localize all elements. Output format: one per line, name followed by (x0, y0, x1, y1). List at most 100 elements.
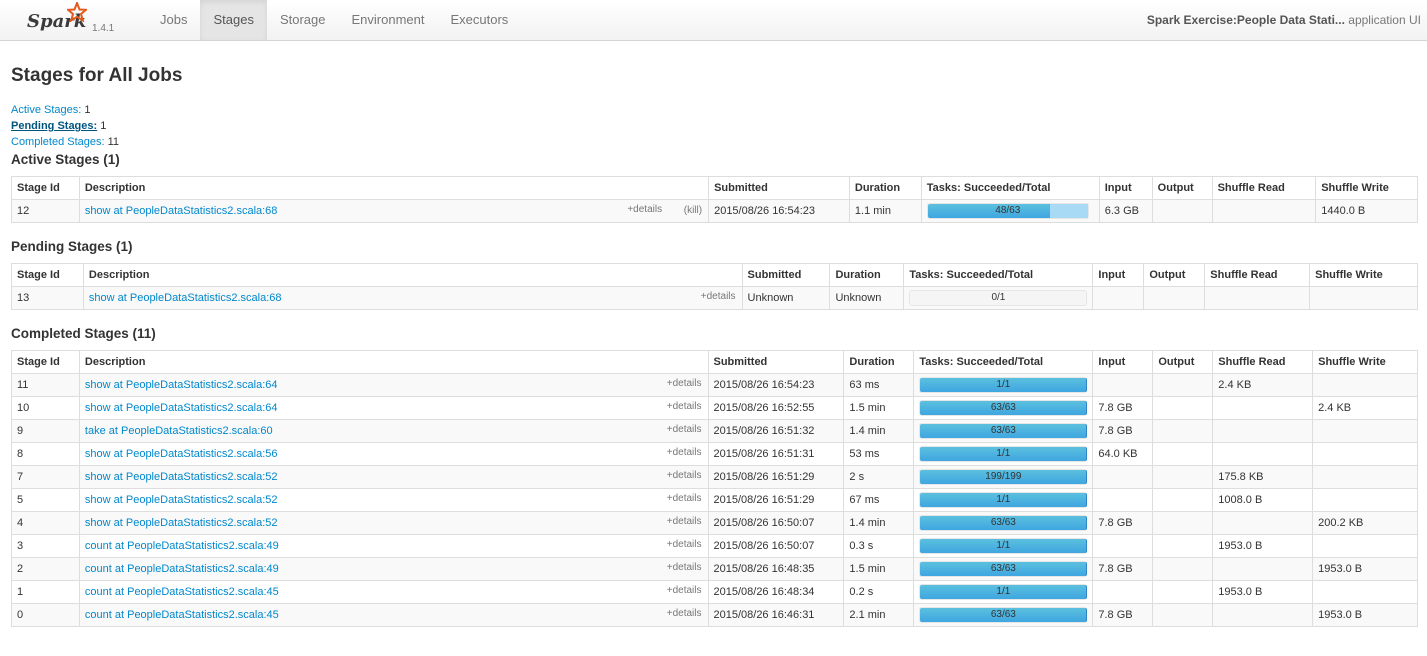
cell-shuffle-write (1312, 534, 1418, 558)
table-body: 12 show at PeopleDataStatistics2.scala:68… (11, 199, 1418, 223)
details-toggle[interactable]: +details (667, 539, 702, 550)
stage-description-link[interactable]: take at PeopleDataStatistics2.scala:60 (85, 425, 273, 437)
column-header-tasks[interactable]: Tasks: Succeeded/Total (920, 176, 1100, 200)
task-progress-bar: 1/1 (919, 538, 1088, 554)
stage-description-link[interactable]: show at PeopleDataStatistics2.scala:64 (85, 379, 278, 391)
column-header-shuffle-write[interactable]: Shuffle Write (1309, 263, 1418, 287)
summary-active: Active Stages: 1 (11, 102, 1418, 118)
task-progress-bar: 1/1 (919, 492, 1088, 508)
cell-duration: 53 ms (843, 442, 914, 466)
pending-stages-table: Stage Id Description Submitted Duration Task… (11, 263, 1418, 310)
details-toggle[interactable]: +details (667, 608, 702, 619)
column-header-stage-id[interactable]: Stage Id (11, 350, 80, 374)
column-header-input[interactable]: Input (1092, 263, 1144, 287)
column-header-shuffle-read[interactable]: Shuffle Read (1204, 263, 1310, 287)
details-toggle[interactable]: +details (627, 204, 662, 215)
tab-storage[interactable]: Storage (267, 0, 339, 40)
column-header-duration[interactable]: Duration (848, 176, 922, 200)
column-header-tasks[interactable]: Tasks: Succeeded/Total (913, 350, 1093, 374)
column-header-output[interactable]: Output (1152, 350, 1213, 374)
cell-shuffle-read: 175.8 KB (1212, 465, 1313, 489)
cell-description: count at PeopleDataStatistics2.scala:49 +… (78, 557, 708, 581)
cell-tasks: 63/63 (913, 511, 1093, 535)
pending-stages-link[interactable]: Pending Stages: (11, 120, 97, 132)
column-header-shuffle-write[interactable]: Shuffle Write (1312, 350, 1418, 374)
stage-description-link[interactable]: count at PeopleDataStatistics2.scala:49 (85, 563, 279, 575)
cell-tasks: 63/63 (913, 557, 1093, 581)
details-toggle[interactable]: +details (667, 562, 702, 573)
stage-description-link[interactable]: show at PeopleDataStatistics2.scala:56 (85, 448, 278, 460)
stage-description-link[interactable]: show at PeopleDataStatistics2.scala:68 (89, 292, 282, 304)
cell-shuffle-write: 1440.0 B (1315, 199, 1418, 223)
column-header-submitted[interactable]: Submitted (707, 350, 844, 374)
pending-stages-heading: Pending Stages (1) (11, 239, 133, 254)
cell-output (1151, 199, 1213, 223)
details-toggle[interactable]: +details (667, 470, 702, 481)
stage-description-link[interactable]: show at PeopleDataStatistics2.scala:52 (85, 471, 278, 483)
table-row: 8 show at PeopleDataStatistics2.scala:56 +… (11, 442, 1418, 466)
cell-shuffle-read: 1953.0 B (1212, 534, 1313, 558)
completed-stages-link[interactable]: Completed Stages: (11, 136, 105, 148)
active-stages-link[interactable]: Active Stages: (11, 104, 81, 116)
column-header-output[interactable]: Output (1151, 176, 1213, 200)
stage-description-link[interactable]: show at PeopleDataStatistics2.scala:64 (85, 402, 278, 414)
column-header-description[interactable]: Description (78, 350, 708, 374)
cell-tasks: 1/1 (913, 488, 1093, 512)
stage-description-link[interactable]: count at PeopleDataStatistics2.scala:45 (85, 609, 279, 621)
tab-jobs[interactable]: Jobs (147, 0, 200, 40)
tab-executors[interactable]: Executors (437, 0, 521, 40)
column-header-shuffle-read[interactable]: Shuffle Read (1211, 176, 1316, 200)
column-header-description[interactable]: Description (82, 263, 743, 287)
column-header-shuffle-write[interactable]: Shuffle Write (1315, 176, 1418, 200)
column-header-duration[interactable]: Duration (843, 350, 914, 374)
details-toggle[interactable]: +details (667, 585, 702, 596)
column-header-description[interactable]: Description (78, 176, 709, 200)
column-header-tasks[interactable]: Tasks: Succeeded/Total (903, 263, 1093, 287)
tab-environment[interactable]: Environment (339, 0, 438, 40)
table-row: 5 show at PeopleDataStatistics2.scala:52 +… (11, 488, 1418, 512)
kill-link[interactable]: (kill) (684, 205, 702, 216)
stage-description-link[interactable]: show at PeopleDataStatistics2.scala:52 (85, 517, 278, 529)
task-progress-bar: 63/63 (919, 515, 1088, 531)
tab-stages[interactable]: Stages (200, 0, 267, 40)
stage-description-link[interactable]: show at PeopleDataStatistics2.scala:68 (85, 205, 278, 217)
column-header-output[interactable]: Output (1143, 263, 1205, 287)
column-header-stage-id[interactable]: Stage Id (11, 176, 80, 200)
table-row: 3 count at PeopleDataStatistics2.scala:49… (11, 534, 1418, 558)
stage-description-link[interactable]: show at PeopleDataStatistics2.scala:52 (85, 494, 278, 506)
cell-submitted: Unknown (741, 286, 830, 310)
progress-text: 48/63 (995, 205, 1021, 216)
cell-shuffle-write: 1953.0 B (1312, 603, 1418, 627)
details-toggle[interactable]: +details (667, 401, 702, 412)
column-header-shuffle-read[interactable]: Shuffle Read (1212, 350, 1313, 374)
column-header-input[interactable]: Input (1098, 176, 1153, 200)
column-header-input[interactable]: Input (1092, 350, 1153, 374)
cell-shuffle-read (1212, 442, 1313, 466)
cell-shuffle-read: 2.4 KB (1212, 373, 1313, 397)
navbar: Spark 1.4.1 Jobs Stages Storage Environm… (0, 0, 1427, 41)
details-toggle[interactable]: +details (701, 291, 736, 302)
cell-duration: 1.1 min (848, 199, 922, 223)
progress-text: 63/63 (990, 609, 1016, 620)
table-row: 2 count at PeopleDataStatistics2.scala:49… (11, 557, 1418, 581)
column-header-submitted[interactable]: Submitted (741, 263, 830, 287)
details-toggle[interactable]: +details (667, 516, 702, 527)
details-toggle[interactable]: +details (667, 378, 702, 389)
details-toggle[interactable]: +details (667, 493, 702, 504)
cell-description: take at PeopleDataStatistics2.scala:60 +d… (78, 419, 708, 443)
cell-shuffle-read: 1008.0 B (1212, 488, 1313, 512)
column-header-submitted[interactable]: Submitted (708, 176, 850, 200)
cell-stage-id: 10 (11, 396, 80, 420)
stage-description-link[interactable]: count at PeopleDataStatistics2.scala:45 (85, 586, 279, 598)
details-toggle[interactable]: +details (667, 424, 702, 435)
spark-logo[interactable]: Spark 1.4.1 (25, 2, 125, 37)
cell-output (1143, 286, 1205, 310)
column-header-duration[interactable]: Duration (829, 263, 904, 287)
table-body: 11 show at PeopleDataStatistics2.scala:64… (11, 373, 1418, 627)
stage-description-link[interactable]: count at PeopleDataStatistics2.scala:49 (85, 540, 279, 552)
details-toggle[interactable]: +details (667, 447, 702, 458)
column-header-stage-id[interactable]: Stage Id (11, 263, 84, 287)
cell-output (1152, 419, 1213, 443)
cell-description: show at PeopleDataStatistics2.scala:64 +d… (78, 373, 708, 397)
cell-shuffle-write (1312, 580, 1418, 604)
